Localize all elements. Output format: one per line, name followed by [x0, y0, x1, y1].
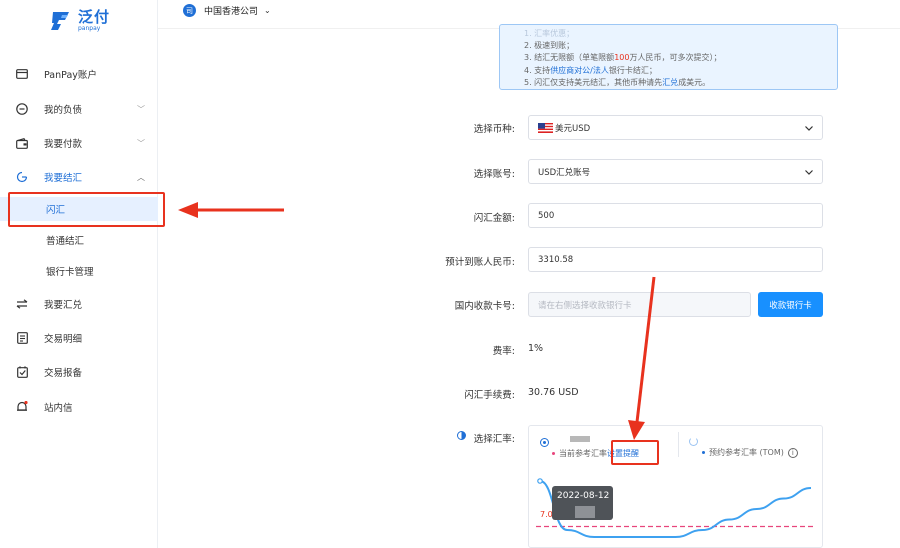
notice-text: 5. 闪汇仅支持美元结汇，其他币种请先 [524, 77, 663, 87]
company-name: 中国香港公司 [204, 7, 259, 17]
chevron-down-icon: ⌄ [264, 6, 271, 15]
legend-dot [702, 451, 705, 454]
sidebar-item-label: PanPay账户 [44, 70, 97, 81]
account-label: 选择账号: [473, 169, 515, 180]
wallet-icon [16, 68, 28, 80]
card-label: 国内收款卡号: [454, 301, 515, 312]
amount-label: 闪汇金额: [473, 213, 515, 224]
sidebar-subitem-label: 银行卡管理 [46, 267, 94, 278]
us-flag-icon [538, 122, 553, 133]
tom-rate-label: 预约参考汇率 (TOM) [709, 448, 784, 457]
fee-value: 30.76 USD [528, 387, 579, 398]
sidebar-item-label: 我的负债 [44, 105, 83, 116]
sidebar-item-report[interactable]: 交易报备 [0, 360, 158, 384]
swap-arrows-icon [16, 298, 28, 310]
fee-label: 闪汇手续费: [464, 390, 515, 401]
currency-value: 美元USD [555, 123, 591, 134]
brand-name-cn: 泛付 [78, 8, 111, 26]
rmb-value: 3310.58 [538, 254, 574, 265]
panpay-logo[interactable]: 泛付 panpay [48, 8, 110, 34]
notice-box: 1. 汇率优惠； 2. 极速到账； 3. 结汇无限额（单笔限额100万人民币，可… [499, 24, 838, 90]
annotation-highlight-box [8, 192, 165, 227]
company-switcher[interactable]: 司 中国香港公司 ⌄ [183, 4, 271, 17]
amount-value: 500 [538, 210, 555, 221]
sidebar-item-label: 交易明细 [44, 334, 83, 345]
sidebar-subitem-label: 普通结汇 [46, 236, 85, 247]
sidebar-item-label: 我要付款 [44, 139, 83, 150]
fee-rate-value: 1% [528, 343, 544, 354]
checkbox-calendar-icon [16, 366, 28, 378]
rmb-input[interactable]: 3310.58 [528, 247, 823, 272]
document-list-icon [16, 332, 28, 344]
annotation-arrow-left [178, 202, 284, 218]
notice-line-1: 1. 汇率优惠； [524, 29, 575, 38]
loading-spinner-icon [689, 437, 698, 446]
sidebar-item-exchange[interactable]: 我要汇兑 [0, 292, 158, 316]
sidebar-item-transactions[interactable]: 交易明细 [0, 326, 158, 350]
rate-label: 选择汇率: [473, 434, 515, 445]
card-placeholder: 请在右侧选择收款银行卡 [538, 300, 632, 311]
company-avatar-icon: 司 [183, 4, 196, 17]
notice-line-5: 5. 闪汇仅支持美元结汇，其他币种请先汇兑成美元。 [524, 77, 837, 89]
sidebar: 泛付 panpay PanPay账户 我的负债 ﹀ 我要付款 ﹀ 我要结汇 ︿ … [0, 0, 158, 548]
current-rate-label: 当前参考汇率 [559, 449, 607, 458]
chevron-down-icon [805, 126, 813, 131]
current-rate-radio[interactable] [540, 438, 549, 447]
minus-circle-icon [16, 103, 28, 115]
notice-text: 万人民币，可多次提交）； [629, 53, 722, 63]
rate-divider [678, 432, 679, 457]
notice-text: 4. 支持 [524, 65, 551, 75]
notice-text: 3. 结汇无限额（单笔限额 [524, 53, 615, 63]
notice-line-3: 3. 结汇无限额（单笔限额100万人民币，可多次提交）； [524, 52, 837, 64]
reference-line-label: 7.0 [540, 510, 553, 519]
brand-text: 泛付 panpay [78, 10, 110, 32]
sidebar-item-label: 我要结汇 [44, 173, 83, 184]
blurred-rate-value [570, 436, 590, 442]
account-select[interactable]: USD汇兑账号 [528, 159, 823, 184]
notice-text: 成美元。 [678, 77, 711, 87]
half-circle-icon [457, 431, 466, 440]
notice-line-4: 4. 支持供应商对公/法人银行卡结汇； [524, 65, 837, 77]
sidebar-item-label: 站内信 [44, 403, 73, 414]
sidebar-item-label: 我要汇兑 [44, 300, 83, 311]
notice-highlight: 100 [614, 53, 630, 63]
chevron-down-icon [805, 170, 813, 175]
amount-input[interactable]: 500 [528, 203, 823, 228]
series-point [537, 478, 543, 484]
chevron-down-icon: ﹀ [137, 138, 145, 148]
chevron-up-icon: ︿ [137, 172, 145, 182]
card-number-input[interactable]: 请在右侧选择收款银行卡 [528, 292, 751, 317]
account-value: USD汇兑账号 [538, 167, 591, 178]
notice-link-supplier[interactable]: 供应商对公/法人 [550, 66, 609, 75]
notice-line-2: 2. 极速到账； [524, 41, 575, 51]
sidebar-subitem-bank-card-management[interactable]: 银行卡管理 [0, 259, 158, 283]
sidebar-item-panpay-account[interactable]: PanPay账户 [0, 62, 158, 86]
notice-link-exchange[interactable]: 汇兑 [662, 78, 678, 87]
sidebar-item-messages[interactable]: 站内信 [0, 395, 158, 419]
purse-icon [16, 137, 28, 149]
notice-text: 银行卡结汇； [608, 65, 657, 75]
currency-label: 选择币种: [473, 124, 515, 135]
sidebar-item-payment[interactable]: 我要付款 ﹀ [0, 131, 158, 155]
select-bank-card-button[interactable]: 收款银行卡 [758, 292, 823, 317]
rmb-label: 预计到账人民币: [445, 257, 515, 268]
chevron-down-icon: ﹀ [137, 104, 145, 114]
annotation-alert-box [611, 440, 659, 465]
brand-name-en: panpay [78, 25, 101, 32]
legend-dot [552, 452, 555, 455]
tom-rate-option[interactable]: 预约参考汇率 (TOM) i [702, 447, 798, 458]
logo-icon [51, 12, 69, 30]
tooltip-date: 2022-08-12 [557, 491, 610, 501]
tooltip-value-blurred [575, 506, 595, 518]
currency-select[interactable]: 美元USD [528, 115, 823, 140]
sidebar-item-label: 交易报备 [44, 368, 83, 379]
sidebar-item-settlement[interactable]: 我要结汇 ︿ [0, 165, 158, 189]
fee-rate-label: 费率: [492, 346, 515, 357]
sidebar-subitem-normal-settlement[interactable]: 普通结汇 [0, 228, 158, 252]
chart-tooltip: 2022-08-12 [552, 486, 613, 520]
exchange-circle-icon [16, 171, 28, 183]
bell-icon [16, 401, 28, 413]
info-icon[interactable]: i [787, 447, 798, 458]
sidebar-item-my-debt[interactable]: 我的负债 ﹀ [0, 97, 158, 121]
